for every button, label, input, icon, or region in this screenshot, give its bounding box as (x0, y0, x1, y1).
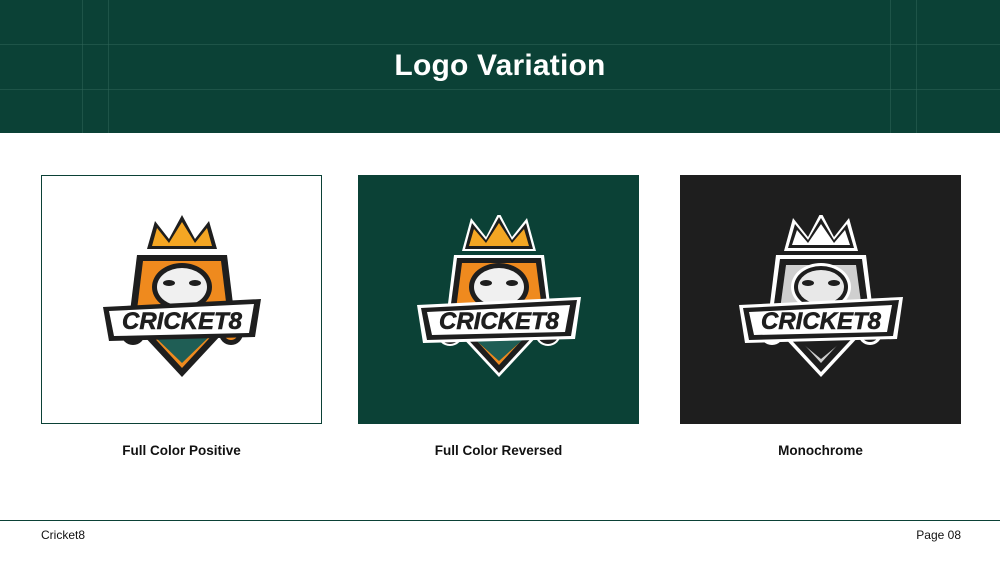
logo-wordmark: CRICKET8 (121, 308, 242, 335)
caption-monochrome: Monochrome (778, 443, 863, 458)
cricket8-logo: CRICKET8 (416, 214, 581, 377)
page-title: Logo Variation (394, 49, 606, 82)
logo-panel-reversed: CRICKET8 (358, 175, 639, 424)
cricket8-logo: CRICKET8 (102, 214, 261, 377)
logo-panel-monochrome: CRICKET8 (680, 175, 961, 424)
page-number: Page 08 (916, 528, 961, 542)
caption-reversed: Full Color Reversed (434, 443, 563, 458)
footer-divider (0, 520, 1000, 521)
cricket8-logo: CRICKET8 (738, 214, 903, 377)
caption-positive: Full Color Positive (122, 443, 241, 458)
grid-line (0, 44, 1000, 45)
logo-wordmark: CRICKET8 (760, 308, 881, 335)
footer-brand: Cricket8 (41, 528, 86, 542)
grid-line (0, 89, 1000, 90)
logo-wordmark: CRICKET8 (438, 308, 559, 335)
logo-panel-positive: CRICKET8 (41, 175, 322, 424)
header-band: Logo Variation (0, 0, 1000, 133)
